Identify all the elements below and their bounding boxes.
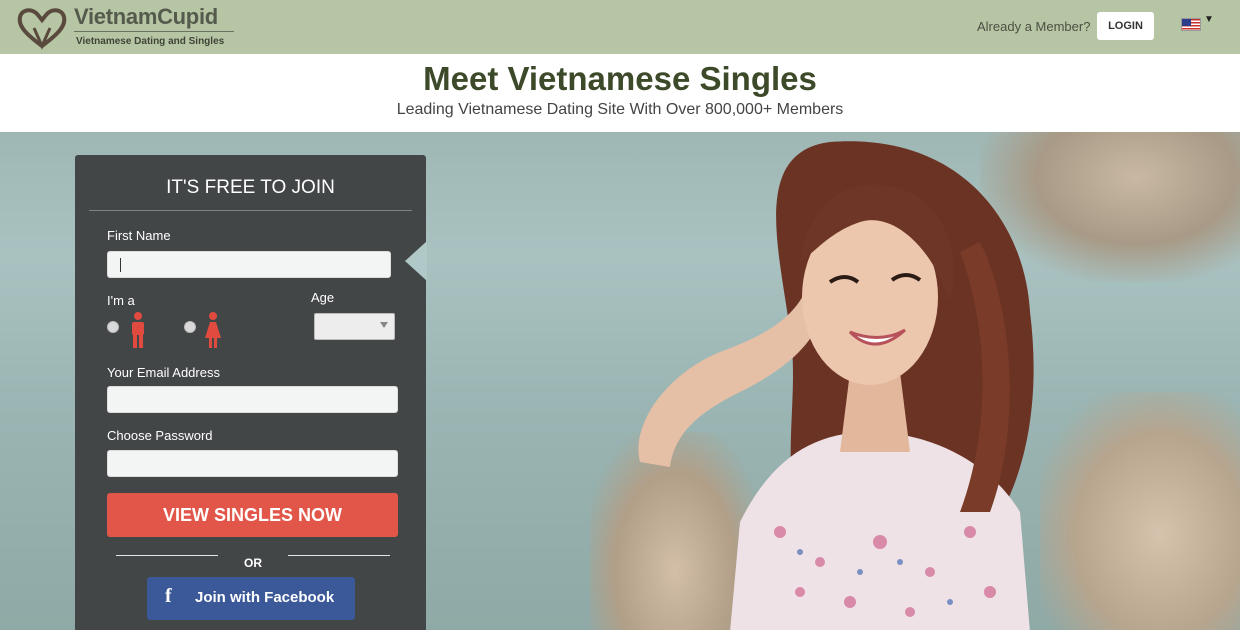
text-cursor xyxy=(120,258,121,272)
view-singles-button[interactable]: VIEW SINGLES NOW xyxy=(107,493,398,537)
member-prompt: Already a Member? xyxy=(977,19,1091,34)
join-form-title: IT'S FREE TO JOIN xyxy=(166,177,335,198)
first-name-input[interactable] xyxy=(107,251,391,278)
gender-male-radio[interactable] xyxy=(107,321,119,333)
age-select[interactable] xyxy=(314,313,395,340)
woman-photo xyxy=(638,141,1034,630)
panel-pointer-arrow xyxy=(405,241,427,281)
password-input[interactable] xyxy=(107,450,398,477)
male-icon xyxy=(132,312,144,348)
facebook-join-button[interactable]: f Join with Facebook xyxy=(147,577,355,620)
site-logo[interactable]: VietnamCupid Vietnamese Dating and Singl… xyxy=(14,4,244,52)
or-divider-left xyxy=(116,555,218,556)
header-band: Meet Vietnamese Singles Leading Vietname… xyxy=(0,54,1240,132)
age-label: Age xyxy=(311,290,335,305)
us-flag-icon[interactable] xyxy=(1181,18,1201,31)
email-label: Your Email Address xyxy=(107,365,220,380)
first-name-label: First Name xyxy=(107,228,171,243)
facebook-icon: f xyxy=(165,585,172,607)
page-subtitle: Leading Vietnamese Dating Site With Over… xyxy=(396,101,844,118)
female-icon xyxy=(205,312,221,348)
join-form-divider xyxy=(89,210,412,211)
heart-logo-icon xyxy=(17,8,67,50)
login-button[interactable]: LOGIN xyxy=(1097,12,1154,40)
top-bar: VietnamCupid Vietnamese Dating and Singl… xyxy=(0,0,1240,54)
gender-label: I'm a xyxy=(107,293,135,308)
flag-canton xyxy=(1182,19,1191,26)
gender-female-radio[interactable] xyxy=(184,321,196,333)
background-rocks-bottom-right xyxy=(1040,392,1240,630)
logo-divider xyxy=(74,31,234,32)
password-label: Choose Password xyxy=(107,428,213,443)
logo-name: VietnamCupid xyxy=(74,4,218,29)
chevron-down-icon xyxy=(380,322,388,328)
or-divider-right xyxy=(288,555,390,556)
or-label: OR xyxy=(244,556,262,570)
page-title: Meet Vietnamese Singles xyxy=(423,60,817,97)
facebook-join-label: Join with Facebook xyxy=(195,589,335,606)
email-input[interactable] xyxy=(107,386,398,413)
logo-tagline: Vietnamese Dating and Singles xyxy=(76,36,225,47)
language-caret-icon[interactable]: ▼ xyxy=(1204,14,1214,25)
